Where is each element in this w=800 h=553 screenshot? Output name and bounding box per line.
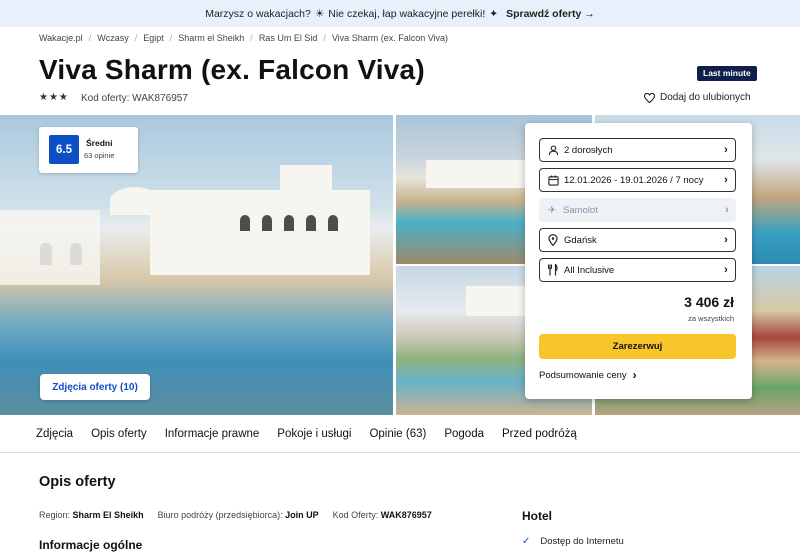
offer-tabs: Zdjęcia Opis oferty Informacje prawne Po… (0, 415, 800, 453)
book-button[interactable]: Zarezerwuj (539, 334, 736, 359)
code-value: WAK876957 (380, 510, 432, 520)
calendar-icon (540, 174, 562, 186)
code-info: Kod Oferty: WAK876957 (333, 510, 432, 520)
favorite-label: Dodaj do ulubionych (660, 92, 751, 103)
operator-label: Biuro podróży (przedsiębiorca): (157, 510, 283, 520)
price-note: za wszystkich (688, 314, 734, 323)
departure-selector[interactable]: Gdańsk › (539, 228, 736, 252)
operator-value: Join UP (285, 510, 319, 520)
travelers-selector[interactable]: 2 dorosłych › (539, 138, 736, 162)
chevron-right-icon: › (725, 204, 729, 216)
review-count: 63 opinie (84, 151, 115, 160)
hotel-heading: Hotel (522, 509, 552, 523)
breadcrumb-item[interactable]: Ras Um El Sid (259, 33, 318, 43)
feature-label: Dostęp do Internetu (540, 536, 624, 547)
total-price: 3 406 zł (684, 294, 734, 310)
promo-bar: Marzysz o wakacjach? ☀ Nie czekaj, łap w… (0, 0, 800, 27)
breadcrumb-item[interactable]: Egipt (143, 33, 164, 43)
promo-text-2: Nie czekaj, łap wakacyjne perełki! (328, 7, 486, 20)
travelers-value: 2 dorosłych (564, 144, 613, 156)
tab-description[interactable]: Opis oferty (91, 428, 147, 440)
board-value: All Inclusive (564, 264, 615, 276)
board-selector[interactable]: All Inclusive › (539, 258, 736, 282)
section-heading: Opis oferty (39, 474, 116, 490)
cutlery-icon (540, 264, 562, 276)
breadcrumb-separator: / (323, 33, 326, 43)
breadcrumb-item[interactable]: Sharm el Sheikh (178, 33, 244, 43)
sun-icon: ☀ (314, 7, 325, 20)
rating-label: Średni (86, 138, 113, 148)
transport-value: Samolot (563, 204, 598, 216)
general-info-heading: Informacje ogólne (39, 538, 143, 552)
departure-value: Gdańsk (564, 234, 597, 246)
offer-code: Kod oferty: WAK876957 (81, 93, 188, 104)
plane-icon: ✈ (548, 204, 556, 216)
tab-before-travel[interactable]: Przed podróżą (502, 428, 577, 440)
breadcrumb-separator: / (169, 33, 173, 43)
page-title: Viva Sharm (ex. Falcon Viva) (39, 54, 425, 85)
tab-reviews[interactable]: Opinie (63) (369, 428, 426, 440)
region-info: Region: Sharm El Sheikh (39, 510, 144, 520)
hotel-feature: ✓ Dostęp do Internetu (522, 536, 624, 547)
transport-selector[interactable]: ✈ Samolot › (539, 198, 736, 222)
offer-meta: Region: Sharm El Sheikh Biuro podróży (p… (39, 510, 432, 520)
promo-link[interactable]: Sprawdź oferty → (506, 8, 595, 20)
tab-legal-info[interactable]: Informacje prawne (165, 428, 260, 440)
location-pin-icon (540, 234, 562, 246)
breadcrumb-separator: / (88, 33, 92, 43)
chevron-right-icon: › (724, 264, 728, 276)
tab-photos[interactable]: Zdjęcia (36, 428, 73, 440)
last-minute-badge: Last minute (697, 66, 757, 81)
region-value: Sharm El Sheikh (72, 510, 144, 520)
price-summary-label: Podsumowanie ceny (539, 369, 627, 381)
chevron-right-icon: › (632, 368, 637, 382)
breadcrumb-separator: / (250, 33, 253, 43)
add-to-favorites-button[interactable]: Dodaj do ulubionych (644, 92, 751, 103)
breadcrumb: Wakacje.pl / Wczasy / Egipt / Sharm el Shei… (39, 33, 448, 43)
person-icon (540, 144, 562, 156)
chevron-right-icon: › (724, 174, 728, 186)
operator-info: Biuro podróży (przedsiębiorca): Join UP (158, 510, 319, 520)
chevron-right-icon: › (724, 234, 728, 246)
rating-card[interactable]: 6.5 Średni 63 opinie (39, 127, 138, 173)
tab-rooms-services[interactable]: Pokoje i usługi (277, 428, 351, 440)
promo-text: Marzysz o wakacjach? (205, 7, 311, 20)
code-label: Kod Oferty: (332, 510, 379, 520)
dates-selector[interactable]: 12.01.2026 - 19.01.2026 / 7 nocy › (539, 168, 736, 192)
chevron-right-icon: › (724, 144, 728, 156)
breadcrumb-item[interactable]: Wczasy (97, 33, 129, 43)
price-summary-link[interactable]: Podsumowanie ceny › (539, 368, 637, 382)
photos-button[interactable]: Zdjęcia oferty (10) (40, 374, 150, 400)
dates-value: 12.01.2026 - 19.01.2026 / 7 nocy (564, 174, 704, 186)
rating-score: 6.5 (49, 135, 79, 164)
hotel-stars: ★★★ (39, 92, 69, 103)
region-label: Region: (39, 510, 71, 520)
breadcrumb-current: Viva Sharm (ex. Falcon Viva) (331, 33, 449, 43)
tab-weather[interactable]: Pogoda (444, 428, 484, 440)
breadcrumb-item[interactable]: Wakacje.pl (39, 33, 83, 43)
breadcrumb-separator: / (134, 33, 138, 43)
check-icon: ✓ (522, 536, 531, 547)
booking-panel: 2 dorosłych › 12.01.2026 - 19.01.2026 / … (525, 123, 752, 399)
sparkle-icon: ✦ (489, 7, 499, 20)
heart-icon (644, 92, 655, 103)
